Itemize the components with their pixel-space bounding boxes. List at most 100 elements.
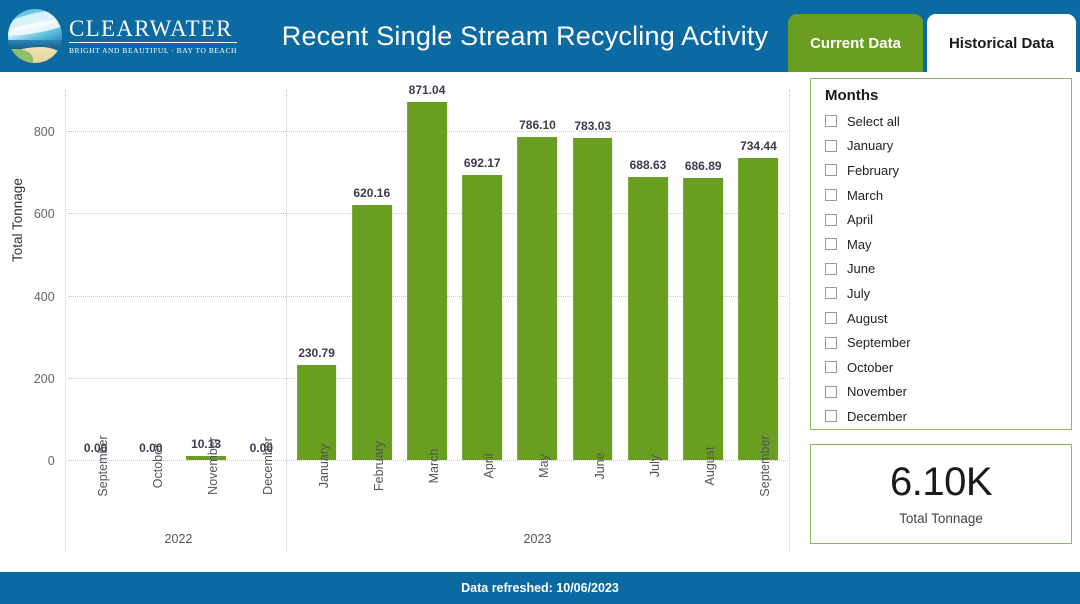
x-label-slot: September <box>731 435 786 536</box>
bar[interactable] <box>407 101 447 460</box>
slicer-item-february[interactable]: February <box>825 158 1059 183</box>
bar-value-label: 688.63 <box>629 157 667 172</box>
y-axis-tick-label: 0 <box>47 454 55 468</box>
checkbox-icon[interactable] <box>825 164 837 177</box>
bar[interactable] <box>517 136 558 460</box>
total-tonnage-kpi-card: 6.10K Total Tonnage <box>810 444 1072 544</box>
bar-series: 0.00 0.00 10.13 0.00 230.79 620.16 871.04 692.1… <box>68 83 786 460</box>
bar[interactable] <box>572 138 613 460</box>
slicer-item-label: Select all <box>847 113 900 129</box>
bar-slot: 734.44 <box>731 90 786 460</box>
x-label-slot: July <box>620 455 675 536</box>
kpi-label: Total Tonnage <box>899 511 983 526</box>
dashboard-root: CLEARWATER BRIGHT AND BEAUTIFUL · BAY TO… <box>0 0 1080 604</box>
kpi-value: 6.10K <box>889 460 993 504</box>
footer-refresh-status: Data refreshed: 10/06/2023 <box>0 572 1080 604</box>
slicer-item-select-all[interactable]: Select all <box>825 109 1059 134</box>
slicer-item-april[interactable]: April <box>825 207 1059 232</box>
bar[interactable] <box>628 176 668 460</box>
checkbox-icon[interactable] <box>825 361 837 374</box>
tab-bar: Current Data Historical Data <box>788 14 1076 72</box>
checkbox-icon[interactable] <box>825 385 837 398</box>
x-label-slot: November <box>178 437 233 536</box>
x-axis-tick-label: March <box>427 448 442 484</box>
x-label-slot: May <box>510 454 565 536</box>
bar[interactable] <box>738 158 779 460</box>
x-axis-tick-label: August <box>703 446 718 486</box>
bar-value-label: 620.16 <box>353 186 391 201</box>
x-label-slot: March <box>399 449 454 536</box>
bar-slot: 620.16 <box>344 90 399 460</box>
slicer-item-march[interactable]: March <box>825 183 1059 208</box>
bar[interactable] <box>683 177 724 460</box>
page-title: Recent Single Stream Recycling Activity <box>281 20 769 51</box>
x-label-slot: February <box>344 441 399 536</box>
bar-slot: 0.00 <box>68 90 123 460</box>
x-axis-tick-label: November <box>206 437 221 495</box>
checkbox-icon[interactable] <box>825 139 837 152</box>
x-label-slot: January <box>289 444 344 536</box>
bar-slot: 692.17 <box>455 90 510 460</box>
x-label-slot: April <box>455 453 510 536</box>
bar[interactable] <box>462 175 503 460</box>
recycling-bar-chart: Total Tonnage 0 200 400 600 800 0.00 0.00 10.13… <box>0 72 800 572</box>
slicer-item-january[interactable]: January <box>825 134 1059 159</box>
bar-slot: 0.00 <box>234 90 289 460</box>
bar-value-label: 230.79 <box>298 346 335 361</box>
checkbox-icon[interactable] <box>825 287 837 300</box>
x-axis-tick-label: September <box>758 435 773 497</box>
x-axis-labels: September October November December January F… <box>68 435 786 536</box>
year-group-separator <box>285 90 287 552</box>
x-axis-tick-label: December <box>261 437 276 495</box>
y-axis-title: Total Tonnage <box>10 178 25 262</box>
slicer-item-october[interactable]: October <box>825 355 1059 380</box>
slicer-item-july[interactable]: July <box>825 281 1059 306</box>
slicer-item-november[interactable]: November <box>825 380 1059 405</box>
y-axis-tick-label: 200 <box>33 371 55 386</box>
slicer-title: Months <box>825 87 879 104</box>
x-label-slot: June <box>565 452 620 536</box>
checkbox-icon[interactable] <box>825 336 837 349</box>
y-axis-tick-label: 400 <box>33 289 55 304</box>
slicer-item-september[interactable]: September <box>825 330 1059 355</box>
slicer-item-label: July <box>847 285 871 301</box>
slicer-item-label: January <box>847 138 894 154</box>
app-header: CLEARWATER BRIGHT AND BEAUTIFUL · BAY TO… <box>0 0 1080 72</box>
year-group-separator <box>64 90 66 552</box>
checkbox-icon[interactable] <box>825 238 837 251</box>
checkbox-icon[interactable] <box>825 213 837 226</box>
checkbox-icon[interactable] <box>825 312 837 325</box>
bar-value-label: 734.44 <box>740 139 777 154</box>
x-label-slot: September <box>68 435 123 536</box>
checkbox-icon[interactable] <box>825 410 837 423</box>
checkbox-icon[interactable] <box>825 262 837 275</box>
tab-historical-data[interactable]: Historical Data <box>926 14 1076 72</box>
y-axis-tick-label: 600 <box>33 207 55 222</box>
slicer-item-label: August <box>847 310 888 326</box>
year-group-label: 2022 <box>164 532 193 546</box>
x-label-slot: October <box>123 444 178 536</box>
x-axis-tick-label: September <box>95 435 110 497</box>
bar[interactable] <box>351 205 392 460</box>
slicer-item-label: April <box>847 212 874 228</box>
bar-value-label: 692.17 <box>463 156 501 171</box>
slicer-item-label: June <box>847 261 876 277</box>
bar-value-label: 686.89 <box>684 158 722 173</box>
x-axis-tick-label: January <box>316 443 331 489</box>
slicer-item-label: November <box>847 384 907 400</box>
bar-slot: 686.89 <box>676 90 731 460</box>
months-slicer[interactable]: Months Select all January February March Apr… <box>810 78 1072 430</box>
checkbox-icon[interactable] <box>825 189 837 202</box>
slicer-item-december[interactable]: December <box>825 404 1059 429</box>
slicer-item-august[interactable]: August <box>825 306 1059 331</box>
checkbox-icon[interactable] <box>825 115 837 128</box>
plot-area: 0 200 400 600 800 0.00 0.00 10.13 0.00 230.79 620.… <box>34 83 786 468</box>
x-axis-year-groups: 2022 2023 <box>68 532 786 554</box>
slicer-item-label: March <box>847 187 884 203</box>
tab-current-data[interactable]: Current Data <box>788 14 923 72</box>
slicer-item-label: September <box>847 335 911 351</box>
slicer-item-june[interactable]: June <box>825 257 1059 282</box>
slicer-item-may[interactable]: May <box>825 232 1059 257</box>
x-label-slot: December <box>234 437 289 536</box>
bar-slot: 786.10 <box>510 90 565 460</box>
